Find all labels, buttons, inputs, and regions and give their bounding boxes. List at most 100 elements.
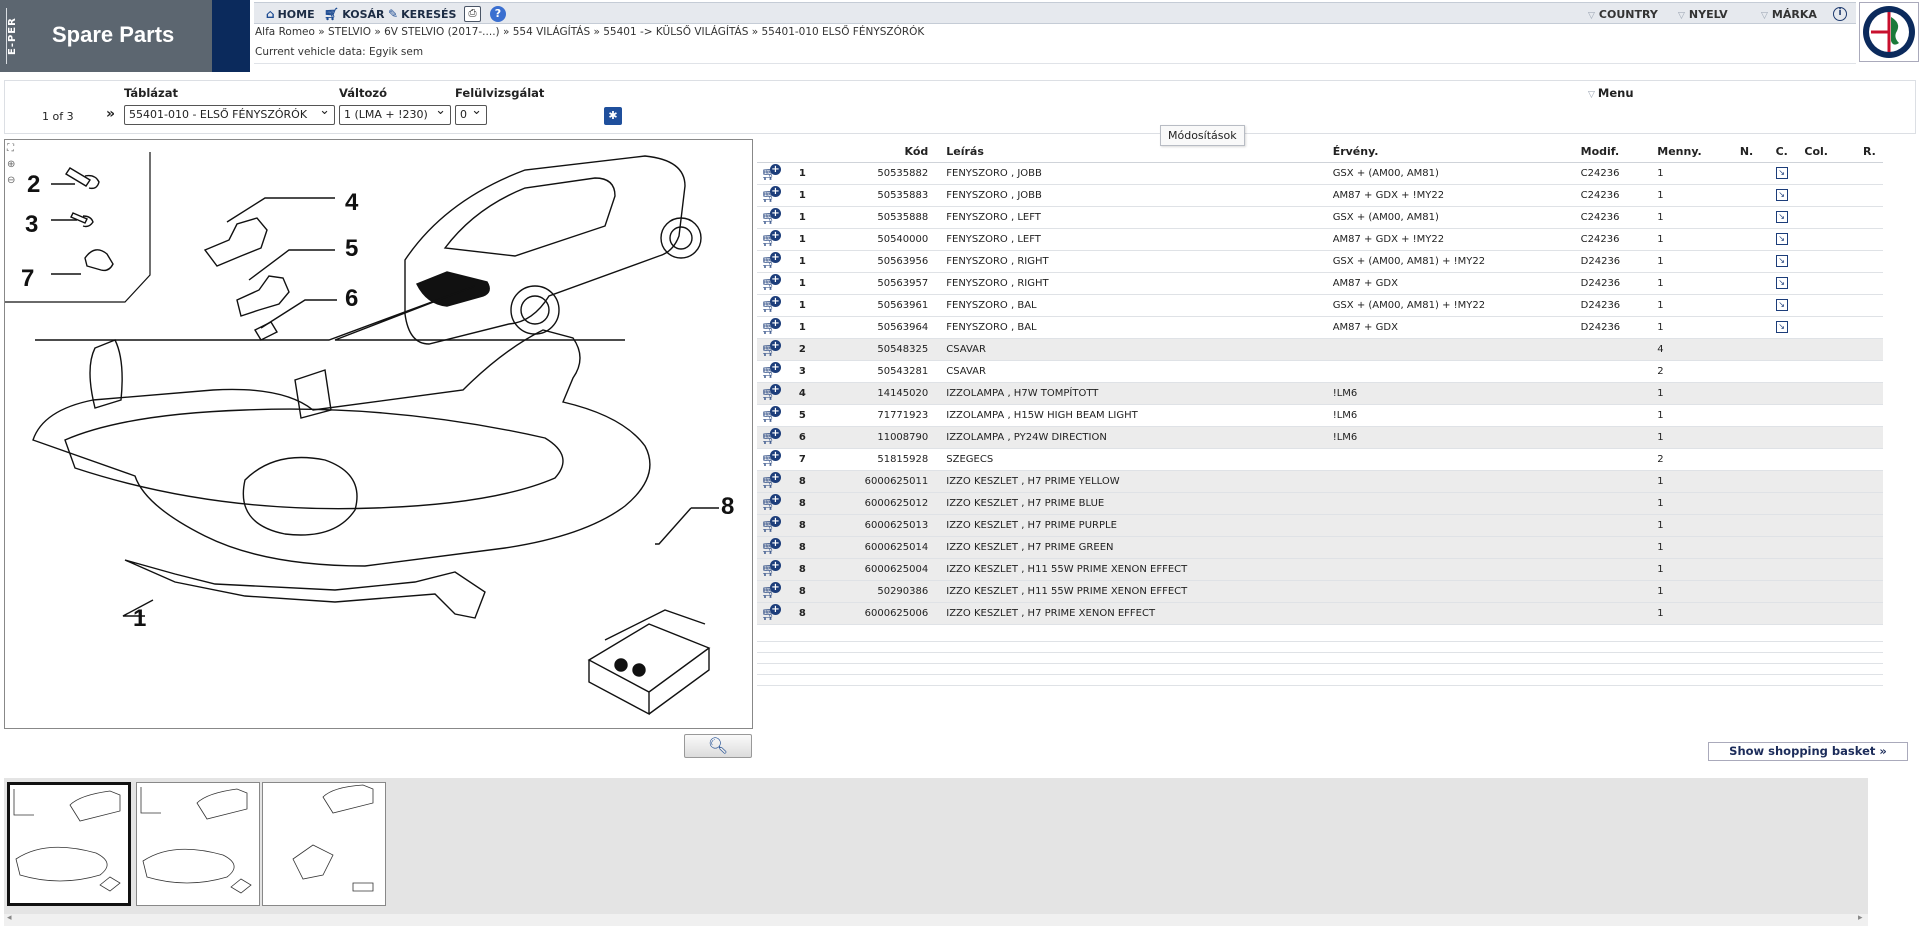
exploded-parts-drawing[interactable]: 2 3 7 4 5 6 1 8 [4, 139, 753, 729]
col-c[interactable]: C. [1775, 142, 1805, 163]
add-to-cart-icon[interactable]: 🛒︎ + [761, 581, 783, 600]
add-to-cart-icon[interactable]: 🛒︎ + [761, 273, 783, 292]
table-row[interactable]: 🛒︎ +1 50563956 FENYSZORO , RIGHT GSX + (AM00… [757, 250, 1883, 273]
col-n[interactable]: N. [1739, 142, 1776, 163]
add-to-cart-cell[interactable]: 🛒︎ + [757, 206, 793, 229]
callout-6[interactable]: 6 [345, 285, 358, 312]
horizontal-scrollbar[interactable]: ◂ ▸ [4, 913, 1868, 926]
add-to-cart-cell[interactable]: 🛒︎ + [757, 316, 793, 339]
col-code[interactable]: Kód [838, 142, 947, 163]
table-row[interactable]: 🛒︎ +1 50535883 FENYSZORO , JOBB AM87 + GDX +… [757, 184, 1883, 207]
add-to-cart-cell[interactable]: 🛒︎ + [757, 184, 793, 207]
add-to-cart-icon[interactable]: 🛒︎ + [761, 295, 783, 314]
show-basket-button[interactable]: Show shopping basket » [1708, 742, 1908, 761]
brand-menu[interactable]: ▽ MÁRKA [1761, 8, 1817, 21]
nav-home[interactable]: ⌂ HOME [266, 7, 315, 21]
col-col[interactable]: Col. [1804, 142, 1863, 163]
row-c[interactable]: ↘ [1775, 250, 1805, 273]
thumbnail-3[interactable] [262, 782, 386, 906]
callout-7[interactable]: 7 [21, 265, 34, 292]
add-to-cart-icon[interactable]: 🛒︎ + [761, 493, 783, 512]
add-to-cart-cell[interactable]: 🛒︎ + [757, 228, 793, 251]
table-row[interactable]: 🛒︎ + 6 11008790 IZZOLAMPA , PY24W DIRECTION!… [757, 426, 1883, 449]
menu-toggle[interactable]: ▽ Menu [1588, 86, 1634, 100]
row-c[interactable]: ↘ [1775, 206, 1805, 229]
variant-select[interactable]: 1 (LMA + !230) [339, 105, 451, 125]
table-row[interactable]: 🛒︎ +1 50535888 FENYSZORO , LEFT GSX + (AM00,… [757, 206, 1883, 229]
row-c[interactable]: ↘ [1775, 228, 1805, 251]
zoom-out-icon[interactable]: ⊖ [7, 175, 21, 189]
thumbnail-2[interactable] [136, 782, 260, 906]
country-menu[interactable]: ▽ COUNTRY [1588, 8, 1658, 21]
add-to-cart-icon[interactable]: 🛒︎ + [761, 163, 783, 182]
table-row[interactable]: 🛒︎ + 8 6000625011 IZZO KESZLET , H7 PRIME YE… [757, 470, 1883, 493]
add-to-cart-cell[interactable]: 🛒︎ + [757, 470, 793, 493]
col-validity[interactable]: Érvény. [1332, 142, 1581, 163]
note-icon[interactable]: ↘ [1775, 233, 1788, 245]
add-to-cart-icon[interactable]: 🛒︎ + [761, 603, 783, 622]
callout-1[interactable]: 1 [133, 605, 146, 632]
thumbnail-1[interactable] [7, 782, 131, 906]
callout-5[interactable]: 5 [345, 235, 358, 262]
scroll-right-icon[interactable]: ▸ [1858, 913, 1863, 923]
row-c[interactable]: ↘ [1775, 316, 1805, 339]
add-to-cart-cell[interactable]: 🛒︎ + [757, 404, 793, 427]
row-c[interactable]: ↘ [1775, 162, 1805, 185]
table-row[interactable]: 🛒︎ +1 50563964 FENYSZORO , BAL AM87 + GDX D24… [757, 316, 1883, 339]
add-to-cart-icon[interactable]: 🛒︎ + [761, 405, 783, 424]
language-menu[interactable]: ▽ NYELV [1678, 8, 1728, 21]
add-to-cart-cell[interactable]: 🛒︎ + [757, 558, 793, 581]
callout-8[interactable]: 8 [721, 493, 734, 520]
add-to-cart-cell[interactable]: 🛒︎ + [757, 338, 793, 361]
add-to-cart-cell[interactable]: 🛒︎ + [757, 492, 793, 515]
magnify-button[interactable]: 🔍︎ [684, 734, 752, 758]
add-to-cart-cell[interactable]: 🛒︎ + [757, 426, 793, 449]
add-to-cart-cell[interactable]: 🛒︎ + [757, 580, 793, 603]
col-desc[interactable]: Leírás [946, 142, 1333, 163]
note-icon[interactable]: ↘ [1775, 299, 1788, 311]
note-icon[interactable]: ↘ [1775, 189, 1788, 201]
note-icon[interactable]: ↘ [1775, 167, 1788, 179]
add-to-cart-cell[interactable]: 🛒︎ + [757, 272, 793, 295]
add-to-cart-icon[interactable]: 🛒︎ + [761, 251, 783, 270]
add-to-cart-cell[interactable]: 🛒︎ + [757, 536, 793, 559]
add-to-cart-cell[interactable]: 🛒︎ + [757, 294, 793, 317]
table-row[interactable]: 🛒︎ +1 50563961 FENYSZORO , BAL GSX + (AM00, … [757, 294, 1883, 317]
table-row[interactable]: 🛒︎ + 2 50548325 CSAVAR 4 [757, 338, 1883, 361]
callout-4[interactable]: 4 [345, 189, 359, 216]
row-c[interactable]: ↘ [1775, 184, 1805, 207]
lightbulb-icon[interactable]: ✱ [604, 107, 622, 125]
zoom-in-icon[interactable]: ⊕ [7, 159, 21, 173]
table-row[interactable]: 🛒︎ + 8 6000625006 IZZO KESZLET , H7 PRIME XE… [757, 602, 1883, 625]
add-to-cart-icon[interactable]: 🛒︎ + [761, 515, 783, 534]
add-to-cart-cell[interactable]: 🛒︎ + [757, 250, 793, 273]
add-to-cart-cell[interactable]: 🛒︎ + [757, 514, 793, 537]
note-icon[interactable]: ↘ [1775, 211, 1788, 223]
table-row[interactable]: 🛒︎ +1 50535882 FENYSZORO , JOBB GSX + (AM00,… [757, 162, 1883, 185]
nav-search[interactable]: ✎ KERESÉS [388, 7, 456, 21]
scroll-left-icon[interactable]: ◂ [7, 913, 12, 923]
col-qty[interactable]: Menny. [1657, 142, 1740, 163]
add-to-cart-cell[interactable]: 🛒︎ + [757, 382, 793, 405]
add-to-cart-cell[interactable]: 🛒︎ + [757, 602, 793, 625]
add-to-cart-icon[interactable]: 🛒︎ + [761, 207, 783, 226]
add-to-cart-icon[interactable]: 🛒︎ + [761, 449, 783, 468]
col-r[interactable]: R. [1863, 142, 1883, 163]
row-c[interactable]: ↘ [1775, 294, 1805, 317]
callout-2[interactable]: 2 [27, 171, 40, 198]
next-page-button[interactable]: » [106, 106, 115, 122]
table-row[interactable]: 🛒︎ + 3 50543281 CSAVAR 2 [757, 360, 1883, 383]
table-select[interactable]: 55401-010 - ELSŐ FÉNYSZÓRÓK [124, 105, 335, 125]
add-to-cart-icon[interactable]: 🛒︎ + [761, 185, 783, 204]
add-to-cart-icon[interactable]: 🛒︎ + [761, 361, 783, 380]
add-to-cart-icon[interactable]: 🛒︎ + [761, 383, 783, 402]
note-icon[interactable]: ↘ [1775, 277, 1788, 289]
add-to-cart-icon[interactable]: 🛒︎ + [761, 559, 783, 578]
row-c[interactable]: ↘ [1775, 272, 1805, 295]
add-to-cart-icon[interactable]: 🛒︎ + [761, 537, 783, 556]
callout-3[interactable]: 3 [25, 211, 38, 238]
info-icon[interactable]: i [1833, 7, 1847, 21]
help-icon[interactable]: ? [490, 6, 506, 22]
add-to-cart-icon[interactable]: 🛒︎ + [761, 427, 783, 446]
add-to-cart-cell[interactable]: 🛒︎ + [757, 360, 793, 383]
